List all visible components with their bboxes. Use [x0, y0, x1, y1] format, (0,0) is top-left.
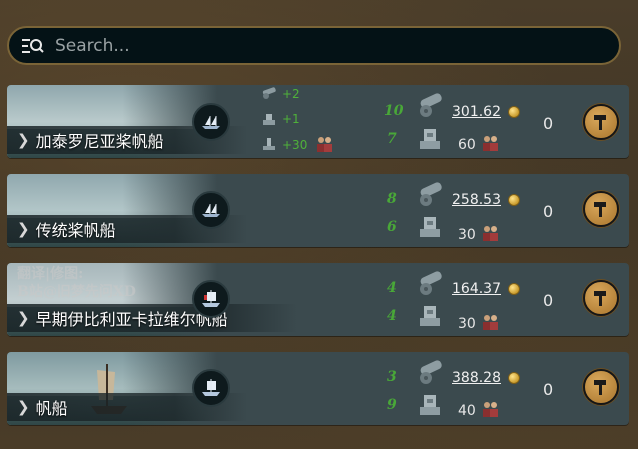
hammer-icon [594, 115, 606, 130]
search-input[interactable] [55, 35, 575, 56]
build-button[interactable] [583, 369, 619, 405]
galley-type-icon [192, 191, 230, 229]
sailors-icon [483, 315, 498, 330]
cannon-icon [420, 93, 442, 117]
sailors-icon [317, 137, 332, 152]
cannon-stat: 3 [387, 369, 397, 385]
sailors-icon [483, 136, 498, 151]
sailors-icon [483, 226, 498, 241]
ship-name: 传统桨帆船 [35, 221, 116, 240]
ship-card-traditional-galley[interactable]: ❯ 传统桨帆船 8 6 258.53 30 0 [7, 174, 629, 247]
ship-card-sailing-ship[interactable]: ❯ 帆船 3 9 388.28 40 0 [7, 352, 629, 425]
ship-name-band: ❯ 早期伊比利亚卡拉维尔帆船 [7, 304, 297, 332]
cannon-stat: 10 [384, 103, 404, 119]
sailors-icon [483, 402, 498, 417]
ship-name: 加泰罗尼亚桨帆船 [35, 132, 164, 151]
build-button[interactable] [583, 191, 619, 227]
queued-count: 0 [543, 202, 554, 221]
price: 164.37 [452, 281, 501, 297]
price: 258.53 [452, 192, 501, 208]
hull-bonus: +1 [282, 112, 300, 126]
hull-stat: 6 [387, 219, 397, 235]
ship-name: 帆船 [35, 399, 68, 418]
cannon-stat: 8 [387, 191, 397, 207]
crew-count: 40 [458, 403, 476, 419]
caravel-type-icon [192, 280, 230, 318]
gold-coin-icon [508, 194, 520, 206]
gold-coin-icon [508, 283, 520, 295]
hammer-icon [594, 202, 606, 217]
crew-bonus-icon [263, 138, 275, 150]
chevron-right-icon[interactable]: ❯ [17, 309, 30, 327]
hull-stat: 7 [387, 131, 397, 147]
cannon-icon [420, 182, 442, 206]
search-bar[interactable] [7, 26, 621, 65]
sailing-ship-type-icon [192, 369, 230, 407]
chevron-right-icon[interactable]: ❯ [17, 398, 30, 416]
ship-card-early-iberian-caravel[interactable]: ❯ 早期伊比利亚卡拉维尔帆船 翻译|修图: B站@旧梦先问XD 4 4 164.… [7, 263, 629, 336]
gold-coin-icon [508, 106, 520, 118]
chevron-right-icon[interactable]: ❯ [17, 220, 30, 238]
hull-icon [420, 217, 440, 237]
cannon-icon [420, 271, 442, 295]
crew-count: 30 [458, 227, 476, 243]
price: 301.62 [452, 104, 501, 120]
galley-type-icon [192, 103, 230, 141]
chevron-right-icon[interactable]: ❯ [17, 131, 30, 149]
hull-stat: 4 [387, 308, 397, 324]
filter-search-icon[interactable] [21, 36, 45, 56]
queued-count: 0 [543, 291, 554, 310]
hull-icon [420, 395, 440, 415]
queued-count: 0 [543, 114, 554, 133]
crew-bonus: +30 [282, 138, 308, 152]
ship-card-catalan-galley[interactable]: ❯ 加泰罗尼亚桨帆船 +2 +1 +30 10 7 301.62 60 0 [7, 85, 629, 158]
crew-count: 30 [458, 316, 476, 332]
cannon-bonus-icon [262, 87, 276, 99]
crew-count: 60 [458, 137, 476, 153]
hammer-icon [594, 380, 606, 395]
hull-stat: 9 [387, 397, 397, 413]
cannon-bonus: +2 [282, 87, 300, 101]
cannon-icon [420, 360, 442, 384]
queued-count: 0 [543, 380, 554, 399]
price: 388.28 [452, 370, 501, 386]
build-button[interactable] [583, 280, 619, 316]
hammer-icon [594, 291, 606, 306]
hull-bonus-icon [263, 114, 275, 125]
build-button[interactable] [583, 104, 619, 140]
gold-coin-icon [508, 372, 520, 384]
cannon-stat: 4 [387, 280, 397, 296]
hull-icon [420, 306, 440, 326]
watermark: 翻译|修图: B站@旧梦先问XD [17, 266, 136, 300]
hull-icon [420, 129, 440, 149]
